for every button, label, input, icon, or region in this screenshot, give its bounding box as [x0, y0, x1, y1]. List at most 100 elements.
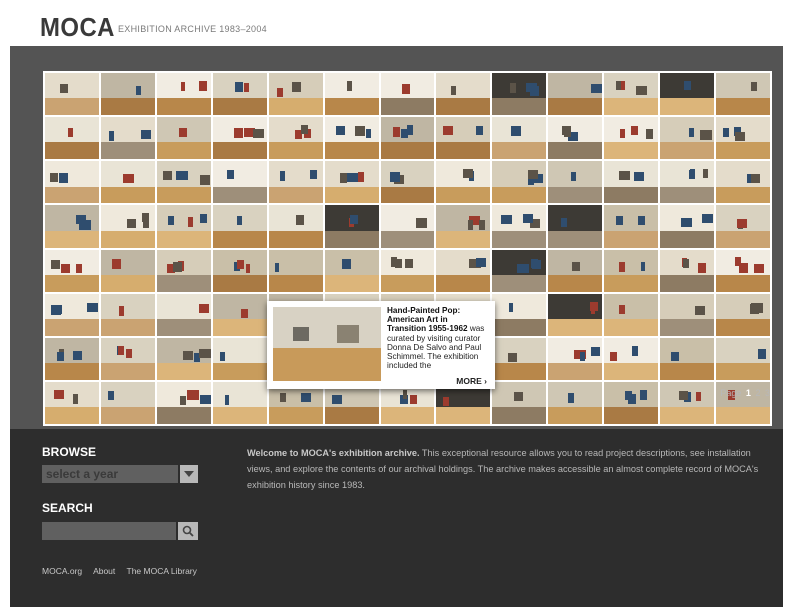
- exhibition-thumbnail[interactable]: [324, 117, 379, 160]
- exhibition-thumbnail[interactable]: [548, 73, 603, 116]
- exhibition-thumbnail[interactable]: [268, 161, 323, 204]
- exhibition-thumbnail[interactable]: [100, 249, 155, 292]
- exhibition-thumbnail[interactable]: [212, 337, 267, 380]
- year-select[interactable]: select a year: [42, 465, 198, 483]
- exhibition-thumbnail[interactable]: [436, 205, 491, 248]
- exhibition-thumbnail[interactable]: [268, 249, 323, 292]
- exhibition-thumbnail[interactable]: [156, 117, 211, 160]
- exhibition-thumbnail[interactable]: [548, 381, 603, 424]
- exhibition-thumbnail[interactable]: [716, 337, 770, 380]
- exhibition-thumbnail[interactable]: [492, 381, 547, 424]
- exhibition-thumbnail[interactable]: [492, 117, 547, 160]
- exhibition-thumbnail[interactable]: [492, 161, 547, 204]
- exhibition-thumbnail[interactable]: [492, 205, 547, 248]
- exhibition-thumbnail[interactable]: [548, 205, 603, 248]
- exhibition-thumbnail[interactable]: [45, 249, 99, 292]
- exhibition-thumbnail[interactable]: [212, 73, 267, 116]
- exhibition-thumbnail[interactable]: [212, 381, 267, 424]
- exhibition-thumbnail[interactable]: [604, 117, 659, 160]
- exhibition-thumbnail[interactable]: [716, 161, 770, 204]
- exhibition-thumbnail[interactable]: [492, 73, 547, 116]
- exhibition-thumbnail[interactable]: [548, 117, 603, 160]
- exhibition-thumbnail[interactable]: [548, 249, 603, 292]
- exhibition-thumbnail[interactable]: [45, 293, 99, 336]
- exhibition-thumbnail[interactable]: [604, 381, 659, 424]
- link-moca-library[interactable]: The MOCA Library: [127, 566, 197, 576]
- exhibition-thumbnail[interactable]: [45, 205, 99, 248]
- exhibition-thumbnail[interactable]: [156, 381, 211, 424]
- exhibition-thumbnail[interactable]: [380, 161, 435, 204]
- more-link[interactable]: MORE ›: [456, 376, 487, 386]
- exhibition-thumbnail[interactable]: [324, 205, 379, 248]
- exhibition-thumbnail[interactable]: [660, 249, 715, 292]
- search-button[interactable]: [178, 522, 198, 540]
- exhibition-thumbnail[interactable]: [156, 73, 211, 116]
- exhibition-thumbnail[interactable]: [100, 205, 155, 248]
- exhibition-thumbnail[interactable]: [212, 205, 267, 248]
- year-select-button[interactable]: [178, 465, 198, 483]
- exhibition-thumbnail[interactable]: [660, 117, 715, 160]
- exhibition-thumbnail[interactable]: [380, 249, 435, 292]
- exhibition-thumbnail[interactable]: [212, 117, 267, 160]
- exhibition-thumbnail[interactable]: [604, 337, 659, 380]
- exhibition-thumbnail[interactable]: [660, 381, 715, 424]
- link-moca-org[interactable]: MOCA.org: [42, 566, 82, 576]
- exhibition-thumbnail[interactable]: [100, 117, 155, 160]
- popup-thumbnail[interactable]: [273, 307, 381, 381]
- exhibition-thumbnail[interactable]: [212, 249, 267, 292]
- exhibition-thumbnail[interactable]: [100, 381, 155, 424]
- exhibition-thumbnail[interactable]: [548, 293, 603, 336]
- exhibition-thumbnail[interactable]: [604, 249, 659, 292]
- popup-title[interactable]: Hand-Painted Pop: American Art in Transi…: [387, 306, 468, 333]
- exhibition-thumbnail[interactable]: [45, 337, 99, 380]
- exhibition-thumbnail[interactable]: [100, 293, 155, 336]
- exhibition-thumbnail[interactable]: [268, 205, 323, 248]
- exhibition-thumbnail[interactable]: [45, 161, 99, 204]
- page-link-3[interactable]: 3: [765, 388, 770, 398]
- exhibition-thumbnail[interactable]: [212, 293, 267, 336]
- exhibition-thumbnail[interactable]: [100, 73, 155, 116]
- exhibition-thumbnail[interactable]: [324, 161, 379, 204]
- exhibition-thumbnail[interactable]: [604, 293, 659, 336]
- exhibition-thumbnail[interactable]: [716, 73, 770, 116]
- exhibition-thumbnail[interactable]: [716, 293, 770, 336]
- exhibition-thumbnail[interactable]: [45, 73, 99, 116]
- page-link-2[interactable]: 2: [755, 388, 760, 398]
- exhibition-thumbnail[interactable]: [380, 73, 435, 116]
- exhibition-thumbnail[interactable]: [604, 73, 659, 116]
- exhibition-thumbnail[interactable]: [156, 161, 211, 204]
- exhibition-thumbnail[interactable]: [492, 249, 547, 292]
- exhibition-thumbnail[interactable]: [716, 117, 770, 160]
- exhibition-thumbnail[interactable]: [268, 117, 323, 160]
- exhibition-thumbnail[interactable]: [436, 249, 491, 292]
- exhibition-thumbnail[interactable]: [604, 205, 659, 248]
- exhibition-thumbnail[interactable]: [660, 293, 715, 336]
- moca-logo[interactable]: MOCA: [40, 12, 115, 43]
- exhibition-thumbnail[interactable]: [380, 205, 435, 248]
- exhibition-thumbnail[interactable]: [660, 73, 715, 116]
- exhibition-thumbnail[interactable]: [324, 249, 379, 292]
- exhibition-thumbnail[interactable]: [100, 337, 155, 380]
- exhibition-thumbnail[interactable]: [268, 73, 323, 116]
- exhibition-thumbnail[interactable]: [492, 293, 547, 336]
- search-input[interactable]: [42, 522, 176, 540]
- exhibition-thumbnail[interactable]: [436, 73, 491, 116]
- exhibition-thumbnail[interactable]: [100, 161, 155, 204]
- page-link-1[interactable]: 1: [746, 388, 751, 398]
- exhibition-thumbnail[interactable]: [436, 161, 491, 204]
- exhibition-thumbnail[interactable]: [492, 337, 547, 380]
- exhibition-thumbnail[interactable]: [660, 205, 715, 248]
- exhibition-thumbnail[interactable]: [548, 161, 603, 204]
- exhibition-thumbnail[interactable]: [45, 381, 99, 424]
- exhibition-thumbnail[interactable]: [716, 205, 770, 248]
- exhibition-thumbnail[interactable]: [324, 73, 379, 116]
- exhibition-thumbnail[interactable]: [380, 117, 435, 160]
- exhibition-thumbnail[interactable]: [548, 337, 603, 380]
- exhibition-thumbnail[interactable]: [660, 337, 715, 380]
- exhibition-thumbnail[interactable]: [660, 161, 715, 204]
- exhibition-thumbnail[interactable]: [156, 205, 211, 248]
- exhibition-popup[interactable]: Hand-Painted Pop: American Art in Transi…: [267, 301, 495, 389]
- exhibition-thumbnail[interactable]: [212, 161, 267, 204]
- year-select-value[interactable]: select a year: [46, 467, 118, 481]
- exhibition-thumbnail[interactable]: [716, 249, 770, 292]
